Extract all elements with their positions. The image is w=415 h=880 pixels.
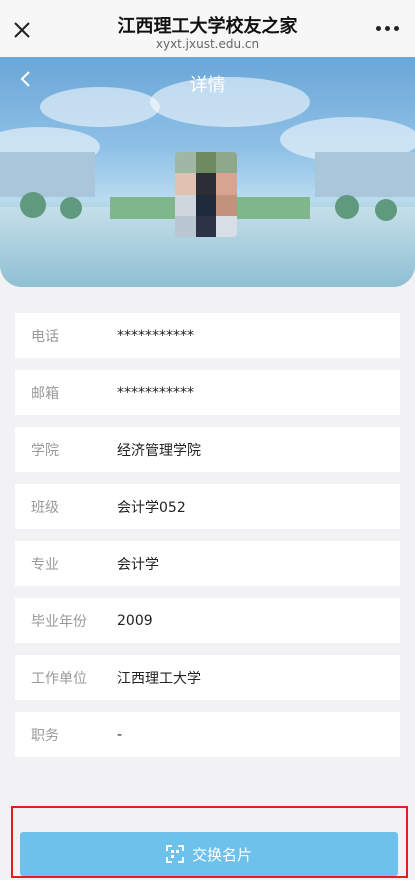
card-exchange-icon — [166, 845, 184, 863]
field-label: 职务 — [31, 727, 59, 744]
browser-top-bar: 江西理工大学校友之家 xyxt.jxust.edu.cn — [0, 0, 415, 58]
field-row-college: 学院 经济管理学院 — [15, 427, 400, 472]
field-value: - — [117, 726, 123, 743]
action-highlight-box: 交换名片 — [11, 806, 408, 878]
field-value: *********** — [117, 327, 194, 344]
field-value: 2009 — [117, 612, 153, 629]
field-value: 江西理工大学 — [117, 670, 201, 687]
avatar — [175, 152, 237, 237]
field-label: 学院 — [31, 442, 59, 459]
page-title: 详情 — [189, 75, 226, 96]
field-row-employer: 工作单位 江西理工大学 — [15, 655, 400, 700]
field-label: 专业 — [31, 556, 59, 573]
field-label: 毕业年份 — [31, 613, 87, 630]
field-value: 经济管理学院 — [117, 442, 201, 459]
field-label: 班级 — [31, 499, 59, 516]
profile-info-list: 电话 *********** 邮箱 *********** 学院 经济管理学院 … — [15, 313, 400, 769]
profile-banner: 详情 — [0, 57, 415, 287]
field-row-class: 班级 会计学052 — [15, 484, 400, 529]
field-value: *********** — [117, 384, 194, 401]
field-row-major: 专业 会计学 — [15, 541, 400, 586]
field-value: 会计学052 — [117, 499, 186, 516]
field-label: 邮箱 — [31, 385, 59, 402]
exchange-card-button[interactable]: 交换名片 — [20, 832, 398, 876]
field-row-graduation-year: 毕业年份 2009 — [15, 598, 400, 643]
field-row-phone: 电话 *********** — [15, 313, 400, 358]
browser-url: xyxt.jxust.edu.cn — [155, 37, 260, 51]
field-value: 会计学 — [117, 556, 159, 573]
more-icon[interactable] — [375, 22, 399, 34]
field-label: 电话 — [31, 328, 59, 345]
exchange-card-label: 交换名片 — [191, 845, 252, 864]
browser-title: 江西理工大学校友之家 — [117, 16, 298, 37]
field-row-email: 邮箱 *********** — [15, 370, 400, 415]
field-row-position: 职务 - — [15, 712, 400, 757]
field-label: 工作单位 — [31, 670, 87, 687]
